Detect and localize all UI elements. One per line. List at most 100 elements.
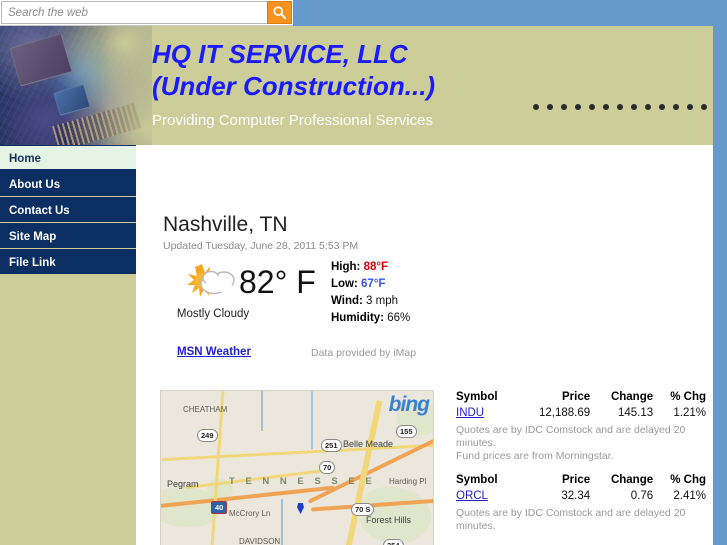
search-icon [273,6,287,20]
stock-price-cell: 12,188.69 [538,407,591,419]
weather-temperature: 82° F [239,264,316,300]
stock-quotes-panel: Symbol Price Change % Chg INDU 12,188.69 145.1… [456,390,706,543]
column-header-sym: Symbol [456,391,498,403]
banner-dot [533,104,539,110]
main-content: Nashville, TN Updated Tuesday, June 28, … [136,145,713,545]
weather-stat-label: Wind: [331,295,367,307]
nav-list: Home About Us Contact Us Site Map File Link [0,145,136,275]
map-label: Belle Meade [343,439,394,449]
msn-weather-link[interactable]: MSN Weather [177,346,251,358]
sidebar-item-site-map[interactable]: Site Map [0,223,136,249]
banner-dot [631,104,637,110]
stock-symbol-link[interactable]: ORCL [456,490,488,502]
map-route-shield: 251 [321,439,342,452]
column-header-pct: % Chg [670,474,706,486]
weather-stat-value: 3 mph [366,295,398,307]
map-label: Forest Hills [366,515,412,525]
banner-dot [673,104,679,110]
site-title-line2: (Under Construction...) [152,71,436,101]
weather-stat-row: Humidity: 66% [331,310,410,327]
banner-dot [603,104,609,110]
browser-search-toolbar [0,0,727,26]
weather-stat-label: Humidity: [331,312,388,324]
banner-dot [575,104,581,110]
column-header-pct: % Chg [670,391,706,403]
weather-city: Nashville, TN [163,213,288,236]
weather-condition-text: Mostly Cloudy [176,308,250,320]
site-banner: HQ IT SERVICE, LLC (Under Construction..… [0,26,713,145]
column-header-sym: Symbol [456,474,498,486]
sidebar-item-file-link[interactable]: File Link [0,249,136,275]
table-header-row: Symbol Price Change % Chg [456,390,706,406]
sun-behind-cloud-icon [187,264,235,297]
map-label: CHEATHAM [183,405,228,414]
banner-dot [645,104,651,110]
page-right-edge [713,0,727,545]
column-header-chg: Change [610,474,654,486]
bing-map[interactable]: bing CHEATHAM Belle Meade Pegram T E N N E … [160,390,434,545]
banner-text-block: HQ IT SERVICE, LLC (Under Construction..… [152,38,435,131]
banner-dot [687,104,693,110]
search-bar [0,0,293,26]
sidebar-item-about-us[interactable]: About Us [0,171,136,197]
banner-dot [659,104,665,110]
map-location-pin [297,503,304,514]
map-water [311,391,313,449]
weather-widget: Nashville, TN Updated Tuesday, June 28, … [163,213,463,362]
stock-table: Symbol Price Change % Chg INDU 12,188.69 145.1… [456,390,706,421]
map-route-shield: 249 [197,429,218,442]
weather-stat-row: Low: 67°F [331,276,410,293]
banner-dot [561,104,567,110]
sidebar-item-home[interactable]: Home [0,145,136,171]
circuit-chip [53,84,91,116]
table-header-row: Symbol Price Change % Chg [456,473,706,489]
weather-stat-value: 88°F [363,261,388,273]
weather-stat-label: High: [331,261,364,273]
stock-price-cell: 32.34 [561,490,591,502]
site-title-line1: HQ IT SERVICE, LLC [152,39,408,69]
weather-stat-label: Low: [331,278,362,290]
column-header-price: Price [561,391,591,403]
stock-symbol-cell: INDU [456,406,523,421]
banner-dot [701,104,707,110]
map-road [210,391,225,545]
column-header-price: Price [561,474,591,486]
search-input[interactable] [1,1,267,24]
map-label: DAVIDSON [239,537,281,545]
weather-footer: MSN Weather Data provided by iMap [163,346,463,362]
weather-stat-row: High: 88°F [331,259,410,276]
map-route-shield: 155 [396,425,417,438]
weather-current-conditions: Mostly Cloudy 82° F High: 88°F Low: 67°F W… [163,259,463,334]
map-route-shield: 70 [319,461,336,474]
stock-table: Symbol Price Change % Chg ORCL 32.34 0.76 2.41% [456,473,706,504]
bing-logo: bing [388,393,430,416]
search-button[interactable] [267,1,292,24]
column-header-chg: Change [610,391,654,403]
map-route-shield: 40 [211,501,228,514]
sidebar-item-contact-us[interactable]: Contact Us [0,197,136,223]
stock-symbol-link[interactable]: INDU [456,407,484,419]
sidebar-navigation: Home About Us Contact Us Site Map File Link [0,145,136,545]
stock-change-cell: 0.76 [630,490,654,502]
weather-stat-value: 67°F [361,278,386,290]
weather-stat-row: Wind: 3 mph [331,293,410,310]
banner-dot-decoration [533,104,707,110]
stock-disclaimer: Quotes are by IDC Comstock and are delay… [456,424,686,462]
stock-percent-cell: 2.41% [673,490,706,502]
banner-dot [617,104,623,110]
banner-dot [589,104,595,110]
map-water [281,499,283,545]
map-label: Pegram [167,479,199,489]
map-label: McCrory Ln [229,509,271,518]
table-row: ORCL 32.34 0.76 2.41% [456,489,706,504]
weather-stats-list: High: 88°F Low: 67°F Wind: 3 mph Humidity: … [331,259,410,327]
banner-dot [547,104,553,110]
stock-change-cell: 145.13 [617,407,654,419]
map-route-shield: 254 [383,539,404,545]
site-tagline: Providing Computer Professional Services [152,112,433,129]
table-row: INDU 12,188.69 145.13 1.21% [456,406,706,421]
stock-disclaimer: Quotes are by IDC Comstock and are delay… [456,507,686,532]
circuit-chip [9,33,73,87]
stock-percent-cell: 1.21% [673,407,706,419]
weather-updated-timestamp: Updated Tuesday, June 28, 2011 5:53 PM [163,240,359,252]
